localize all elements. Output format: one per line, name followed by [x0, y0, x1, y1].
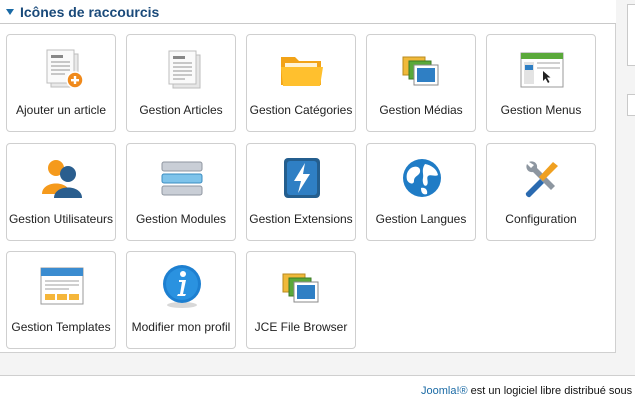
side-panel-edge — [627, 94, 635, 116]
tile-label: Gestion Articles — [139, 103, 223, 117]
tile-label: Gestion Médias — [379, 103, 463, 117]
tile-label: Gestion Extensions — [249, 212, 353, 226]
tile-users[interactable]: Gestion Utilisateurs — [6, 143, 116, 241]
tile-jce-file-browser[interactable]: JCE File Browser — [246, 251, 356, 349]
tile-configuration[interactable]: Configuration — [486, 143, 596, 241]
tile-media[interactable]: Gestion Médias — [366, 34, 476, 132]
tile-add-article[interactable]: Ajouter un article — [6, 34, 116, 132]
menus-icon — [517, 45, 567, 93]
globe-icon — [397, 154, 447, 202]
admin-page: Icônes de raccourcis Ajouter un article … — [0, 0, 635, 405]
tile-label: Gestion Modules — [135, 212, 227, 226]
tile-templates[interactable]: Gestion Templates — [6, 251, 116, 349]
footer: Joomla!® est un logiciel libre distribué… — [0, 376, 635, 405]
tile-extensions[interactable]: Gestion Extensions — [246, 143, 356, 241]
tile-menus[interactable]: Gestion Menus — [486, 34, 596, 132]
users-icon — [37, 154, 87, 202]
tile-label: Gestion Langues — [375, 212, 467, 226]
tile-label: Gestion Templates — [11, 320, 111, 334]
tile-label: Modifier mon profil — [131, 320, 231, 334]
shortcuts-panel: Icônes de raccourcis Ajouter un article … — [0, 0, 616, 353]
file-browser-icon — [277, 262, 327, 310]
collapse-arrow-icon[interactable] — [6, 9, 14, 15]
tile-label: Gestion Menus — [500, 103, 582, 117]
tile-label: Gestion Catégories — [249, 103, 353, 117]
templates-icon — [37, 262, 87, 310]
tile-categories[interactable]: Gestion Catégories — [246, 34, 356, 132]
tile-label: Gestion Utilisateurs — [8, 212, 114, 226]
tile-articles[interactable]: Gestion Articles — [126, 34, 236, 132]
joomla-link[interactable]: Joomla!® — [421, 385, 468, 397]
tile-modules[interactable]: Gestion Modules — [126, 143, 236, 241]
folder-icon — [277, 45, 327, 93]
extensions-icon — [277, 154, 327, 202]
tile-edit-profile[interactable]: Modifier mon profil — [126, 251, 236, 349]
footer-text: Joomla!® est un logiciel libre distribué… — [421, 385, 635, 398]
footer-license-text: est un logiciel libre distribué sous l — [467, 385, 635, 397]
modules-icon — [157, 154, 207, 202]
add-article-icon — [37, 45, 87, 93]
tile-label: JCE File Browser — [254, 320, 348, 334]
side-panel-edge — [627, 4, 635, 66]
media-icon — [397, 45, 447, 93]
panel-header[interactable]: Icônes de raccourcis — [0, 0, 616, 24]
tools-icon — [517, 154, 567, 202]
panel-title: Icônes de raccourcis — [20, 4, 160, 20]
tile-label: Ajouter un article — [15, 103, 107, 117]
info-icon — [157, 262, 207, 310]
tile-label: Configuration — [505, 212, 577, 226]
articles-icon — [157, 45, 207, 93]
tile-languages[interactable]: Gestion Langues — [366, 143, 476, 241]
